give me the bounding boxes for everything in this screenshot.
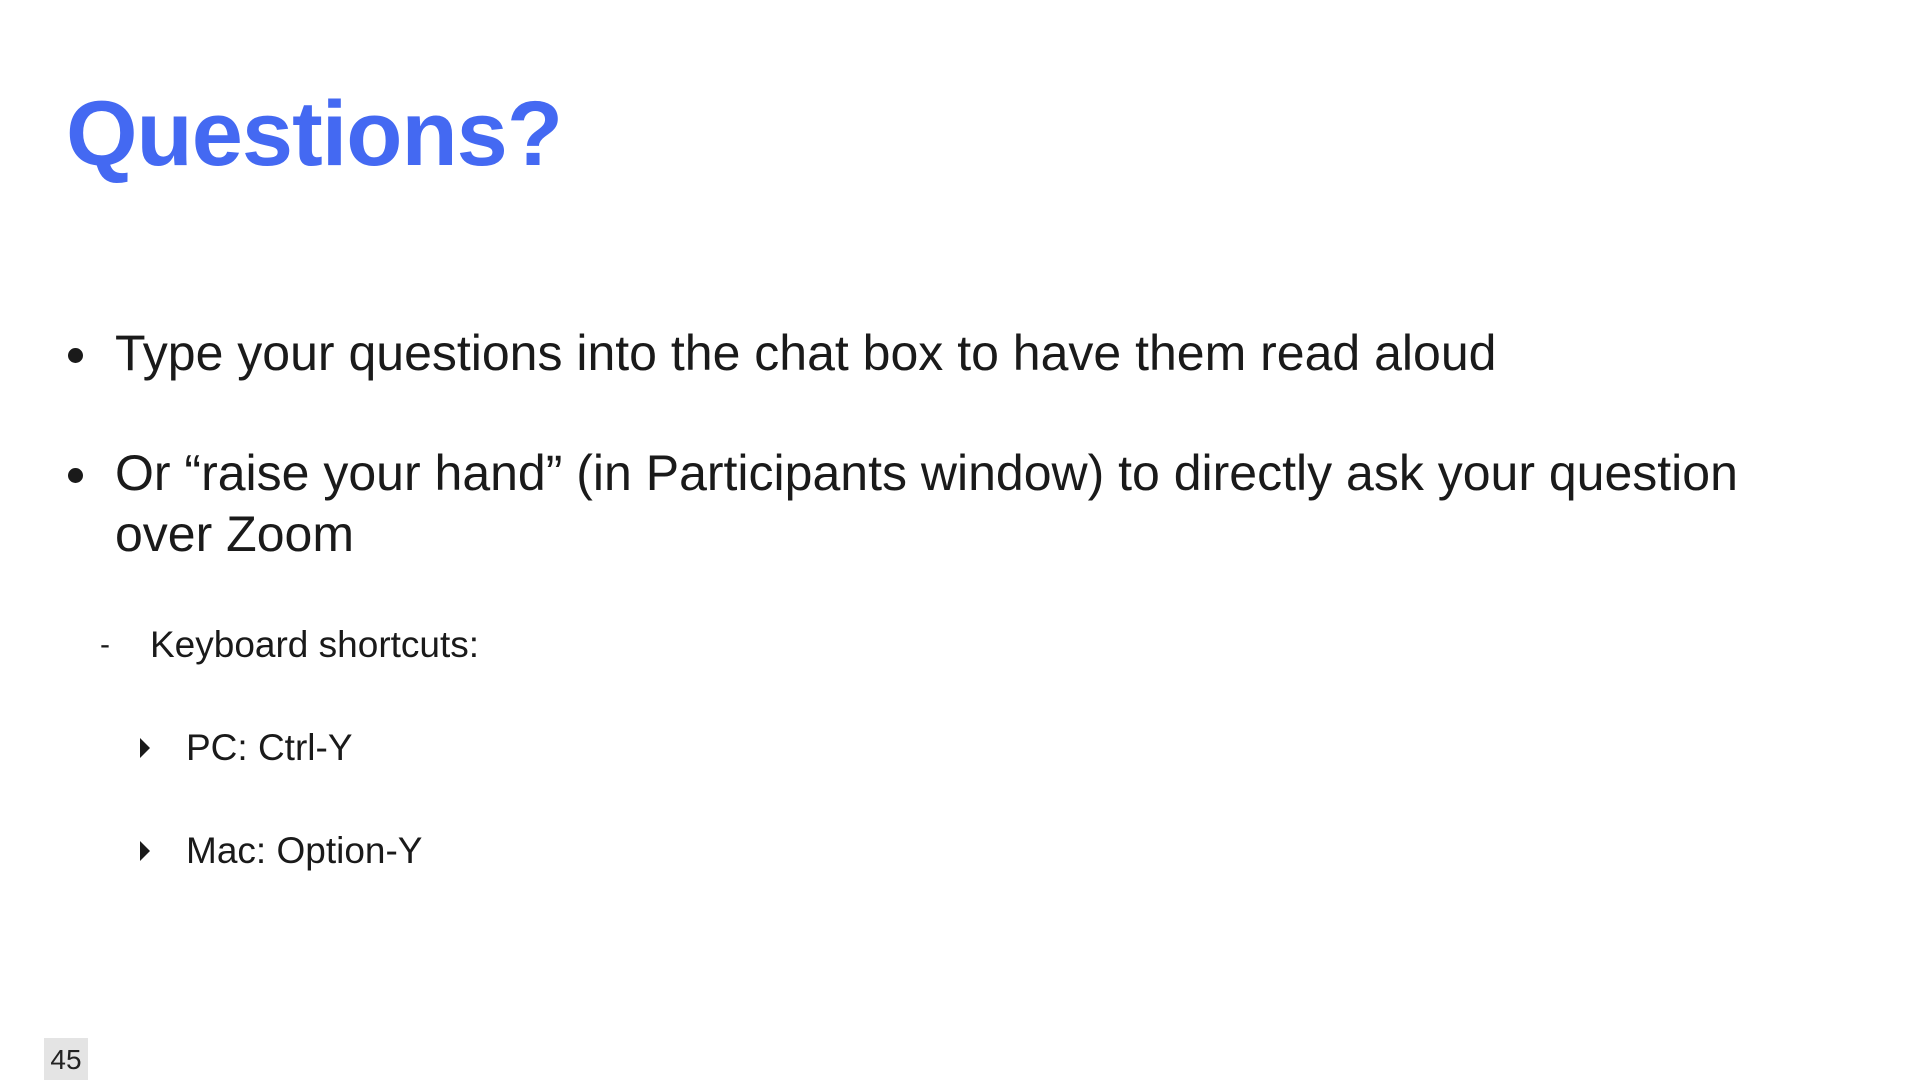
sub-sub-bullet-text: PC: Ctrl-Y (186, 727, 353, 768)
sub-sub-bullet-text: Mac: Option-Y (186, 830, 423, 871)
bullet-item: Or “raise your hand” (in Participants wi… (66, 443, 1826, 565)
sub-sub-bullet-item: PC: Ctrl-Y (140, 726, 353, 770)
sub-sub-bullet-item: Mac: Option-Y (140, 829, 422, 873)
slide: Questions? Type your questions into the … (0, 0, 1920, 1080)
dash-marker: - (100, 628, 110, 661)
bullet-text: Or “raise your hand” (in Participants wi… (115, 445, 1738, 562)
sub-bullet-item: - Keyboard shortcuts: (100, 623, 479, 667)
bullet-dot-icon (66, 323, 115, 384)
sub-bullet-text: Keyboard shortcuts: (150, 624, 480, 665)
bullet-text: Type your questions into the chat box to… (115, 325, 1497, 381)
bullet-dot-icon (66, 443, 115, 565)
page-number: 45 (44, 1038, 88, 1080)
bullet-item: Type your questions into the chat box to… (66, 323, 1826, 384)
triangle-right-icon (140, 738, 150, 758)
triangle-right-icon (140, 841, 150, 861)
slide-title: Questions? (66, 83, 563, 185)
